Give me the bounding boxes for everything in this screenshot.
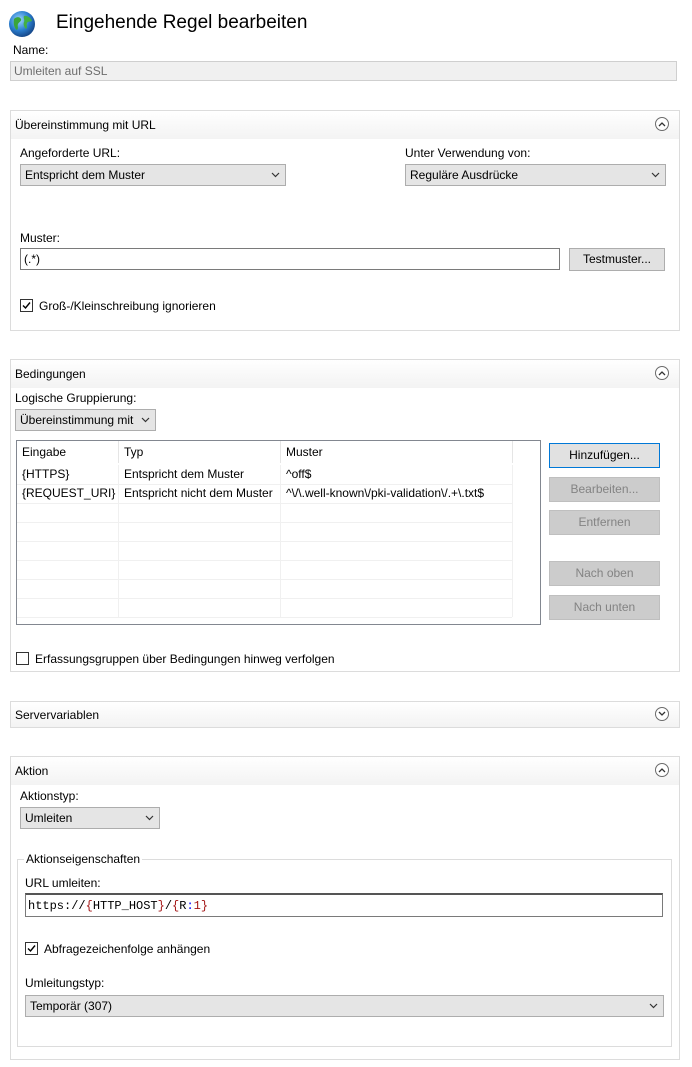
- globe-icon: [8, 10, 36, 38]
- url-token: }: [157, 899, 165, 913]
- column-header-type[interactable]: Typ: [119, 441, 281, 463]
- grouping-value: Übereinstimmung mit: [20, 413, 134, 427]
- requested-url-label: Angeforderte URL:: [20, 146, 121, 160]
- chevron-down-icon: [271, 172, 280, 178]
- checkmark-icon: [22, 302, 31, 310]
- empty-row: [17, 598, 513, 618]
- panel-header[interactable]: Servervariablen: [11, 702, 679, 727]
- panel-title: Übereinstimmung mit URL: [15, 118, 156, 132]
- table-row[interactable]: {REQUEST_URI} Entspricht nicht dem Muste…: [17, 484, 513, 504]
- panel-header[interactable]: Bedingungen: [11, 360, 679, 388]
- chevron-down-icon: [649, 1003, 658, 1009]
- action-type-label: Aktionstyp:: [20, 789, 79, 803]
- table-cell: {HTTPS}: [17, 465, 119, 484]
- move-down-button[interactable]: Nach unten: [549, 595, 660, 620]
- redirect-url-label: URL umleiten:: [25, 876, 101, 890]
- test-pattern-button[interactable]: Testmuster...: [569, 248, 665, 271]
- name-label: Name:: [13, 43, 49, 57]
- name-field[interactable]: Umleiten auf SSL: [10, 61, 677, 81]
- collapse-icon[interactable]: [655, 366, 669, 380]
- redirect-type-label: Umleitungstyp:: [25, 976, 105, 990]
- empty-row: [17, 503, 513, 523]
- remove-condition-button[interactable]: Entfernen: [549, 510, 660, 535]
- panel-header[interactable]: Aktion: [11, 757, 679, 785]
- url-token: https://: [28, 899, 86, 913]
- expand-icon[interactable]: [655, 707, 669, 721]
- chevron-down-icon: [141, 417, 150, 423]
- move-up-button[interactable]: Nach oben: [549, 561, 660, 586]
- url-token: /: [164, 899, 173, 913]
- track-groups-label: Erfassungsgruppen über Bedingungen hinwe…: [35, 652, 335, 666]
- empty-row: [17, 560, 513, 580]
- grouping-select[interactable]: Übereinstimmung mit: [15, 409, 156, 431]
- checkmark-icon: [27, 945, 36, 953]
- redirect-type-select[interactable]: Temporär (307): [25, 995, 664, 1017]
- panel-title: Servervariablen: [15, 708, 100, 722]
- table-cell: ^\/\.well-known\/pki-validation\/.+\.txt…: [281, 484, 513, 503]
- collapse-icon[interactable]: [655, 763, 669, 777]
- conditions-table[interactable]: Eingabe Typ Muster {HTTPS} Entspricht de…: [16, 440, 541, 625]
- url-token: :: [186, 899, 194, 913]
- redirect-type-value: Temporär (307): [30, 999, 113, 1013]
- url-token: }: [200, 899, 209, 913]
- using-select[interactable]: Reguläre Ausdrücke: [405, 164, 666, 186]
- url-token: HTTP_HOST: [92, 899, 158, 913]
- table-row[interactable]: {HTTPS} Entspricht dem Muster ^off$: [17, 465, 513, 485]
- ignore-case-label: Groß-/Kleinschreibung ignorieren: [39, 299, 216, 313]
- panel-title: Bedingungen: [15, 367, 86, 381]
- server-variables-panel: Servervariablen: [10, 701, 680, 728]
- table-cell: ^off$: [281, 465, 513, 484]
- panel-header[interactable]: Übereinstimmung mit URL: [11, 111, 679, 139]
- requested-url-select[interactable]: Entspricht dem Muster: [20, 164, 286, 186]
- using-label: Unter Verwendung von:: [405, 146, 531, 160]
- empty-row: [17, 579, 513, 599]
- empty-row: [17, 522, 513, 542]
- action-type-value: Umleiten: [25, 811, 73, 825]
- action-type-select[interactable]: Umleiten: [20, 807, 160, 829]
- append-query-label: Abfragezeichenfolge anhängen: [44, 942, 211, 956]
- url-token: {: [85, 899, 93, 913]
- grouping-label: Logische Gruppierung:: [15, 391, 137, 405]
- using-value: Reguläre Ausdrücke: [410, 168, 519, 182]
- column-header-pattern[interactable]: Muster: [281, 441, 513, 463]
- column-header-input[interactable]: Eingabe: [17, 441, 119, 463]
- page-title: Eingehende Regel bearbeiten: [56, 12, 308, 33]
- url-token: 1: [193, 899, 201, 913]
- table-cell: Entspricht dem Muster: [119, 465, 281, 484]
- action-properties-title: Aktionseigenschaften: [24, 852, 143, 866]
- append-query-checkbox[interactable]: [25, 942, 38, 955]
- chevron-down-icon: [145, 815, 154, 821]
- table-cell: {REQUEST_URI}: [17, 484, 119, 503]
- add-condition-button[interactable]: Hinzufügen...: [549, 443, 660, 468]
- pattern-input[interactable]: (.*): [20, 248, 560, 270]
- panel-title: Aktion: [15, 764, 49, 778]
- empty-row: [17, 541, 513, 561]
- redirect-url-input[interactable]: https://{HTTP_HOST}/{R:1}: [25, 893, 663, 917]
- collapse-icon[interactable]: [655, 117, 669, 131]
- table-cell: Entspricht nicht dem Muster: [119, 484, 281, 503]
- track-groups-checkbox[interactable]: [16, 652, 29, 665]
- requested-url-value: Entspricht dem Muster: [25, 168, 146, 182]
- chevron-down-icon: [651, 172, 660, 178]
- ignore-case-checkbox[interactable]: [20, 299, 33, 312]
- match-url-panel: Übereinstimmung mit URL: [10, 110, 680, 331]
- pattern-label: Muster:: [20, 231, 61, 245]
- edit-condition-button[interactable]: Bearbeiten...: [549, 477, 660, 502]
